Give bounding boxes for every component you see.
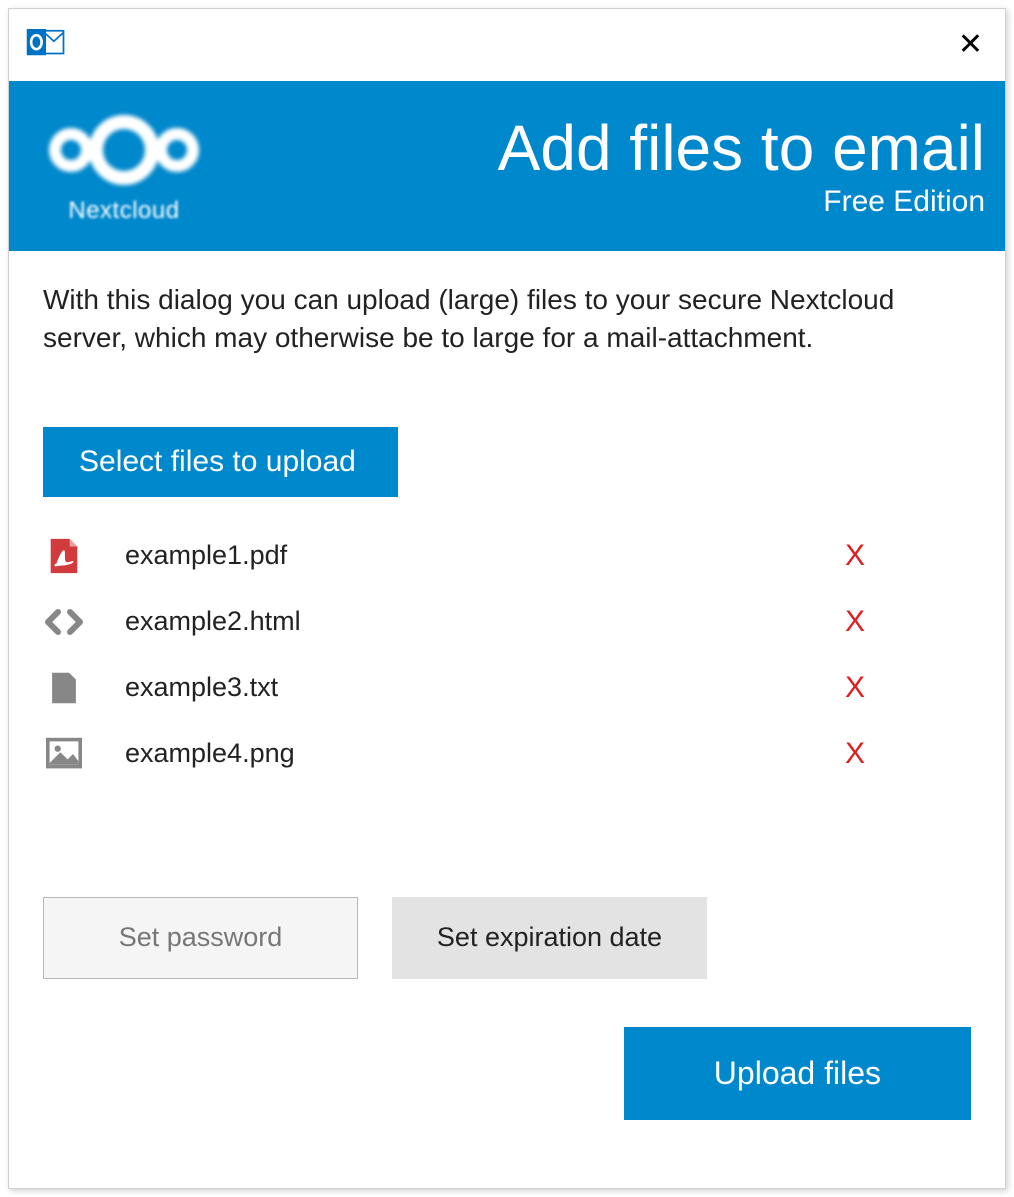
upload-files-button[interactable]: Upload files — [624, 1027, 971, 1120]
remove-file-button[interactable]: X — [845, 671, 975, 705]
set-password-button[interactable]: Set password — [43, 897, 358, 979]
description-text: With this dialog you can upload (large) … — [43, 281, 975, 357]
pdf-icon — [43, 535, 85, 577]
select-files-button[interactable]: Select files to upload — [43, 427, 398, 497]
file-name: example2.html — [125, 606, 805, 637]
dialog-title: Add files to email — [498, 115, 985, 182]
document-icon — [43, 667, 85, 709]
dialog-body: With this dialog you can upload (large) … — [9, 251, 1005, 1188]
file-row: example2.html X — [43, 589, 975, 655]
outlook-icon — [25, 22, 67, 69]
brand-name: Nextcloud — [68, 197, 179, 225]
file-row: example4.png X — [43, 721, 975, 787]
upload-row: Upload files — [43, 1027, 975, 1120]
dialog-subtitle: Free Edition — [498, 185, 985, 219]
file-row: example1.pdf X — [43, 523, 975, 589]
nextcloud-logo-icon — [39, 110, 209, 195]
dialog-window: ✕ Nextcloud Add files to email Free Edit… — [8, 8, 1006, 1189]
file-list: example1.pdf X example2.html X — [43, 523, 975, 787]
code-icon — [43, 601, 85, 643]
remove-file-button[interactable]: X — [845, 539, 975, 573]
brand: Nextcloud — [39, 110, 209, 225]
remove-file-button[interactable]: X — [845, 605, 975, 639]
image-icon — [43, 733, 85, 775]
file-name: example4.png — [125, 738, 805, 769]
remove-file-button[interactable]: X — [845, 737, 975, 771]
file-name: example3.txt — [125, 672, 805, 703]
file-name: example1.pdf — [125, 540, 805, 571]
titlebar: ✕ — [9, 9, 1005, 81]
header-titles: Add files to email Free Edition — [498, 115, 985, 218]
file-row: example3.txt X — [43, 655, 975, 721]
set-expiration-button[interactable]: Set expiration date — [392, 897, 707, 979]
header-band: Nextcloud Add files to email Free Editio… — [9, 81, 1005, 251]
options-row: Set password Set expiration date — [43, 897, 975, 979]
close-icon[interactable]: ✕ — [958, 30, 983, 60]
